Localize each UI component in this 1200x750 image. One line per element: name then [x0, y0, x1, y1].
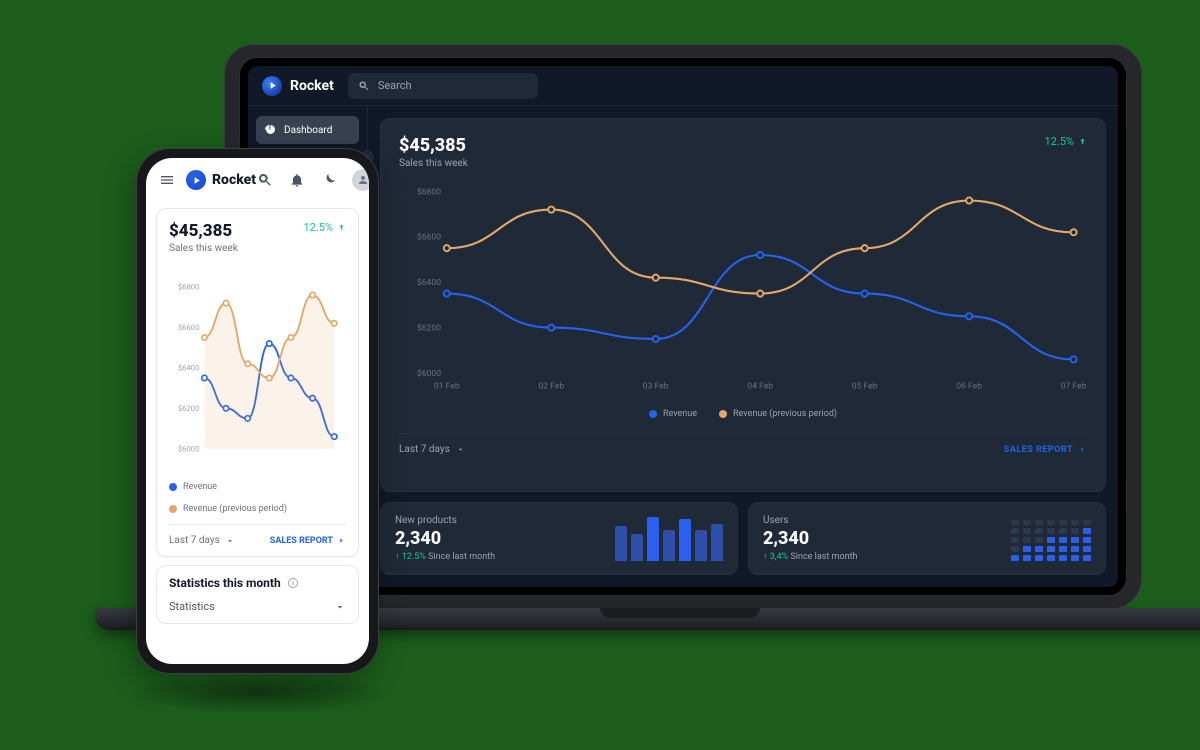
legend-b: Revenue (previous period) [733, 409, 837, 419]
kpi-subtitle: ↑ 3,4% Since last month [763, 551, 857, 562]
brand-name: Rocket [212, 172, 256, 188]
chart-legend: Revenue Revenue (previous period) [399, 409, 1087, 419]
sidebar-item-label: Dashboard [284, 125, 332, 136]
kpi-sparkline [615, 517, 723, 561]
kpi-subtitle: ↑ 12.5% Since last month [395, 551, 495, 562]
svg-text:$6400: $6400 [178, 363, 199, 372]
titlebar: Rocket Search [248, 66, 1118, 106]
chart-legend: Revenue Revenue (previous period) [169, 482, 346, 514]
kpi-value: 2,340 [763, 528, 857, 549]
legend-b: Revenue (previous period) [183, 504, 287, 514]
sales-delta: 12.5% [303, 221, 346, 234]
kpi-card-users: Users 2,340 ↑ 3,4% Since last month [748, 502, 1106, 575]
search-icon [257, 172, 273, 188]
chevron-right-icon [1078, 445, 1087, 454]
kpi-title: New products [395, 515, 495, 526]
pie-chart-icon [264, 124, 276, 136]
svg-text:05 Feb: 05 Feb [852, 381, 878, 391]
user-icon [357, 174, 369, 186]
stats-title: Statistics this month [169, 576, 346, 590]
svg-text:$6600: $6600 [417, 232, 441, 243]
chevron-right-icon [337, 536, 346, 545]
chevron-down-icon [334, 601, 346, 613]
svg-text:07 Feb: 07 Feb [1061, 381, 1087, 391]
legend-a: Revenue [663, 409, 697, 419]
sidebar-item-dashboard[interactable]: Dashboard [256, 116, 359, 144]
mobile-stats-card: Statistics this month Statistics [156, 565, 359, 624]
kpi-sparkline [1011, 517, 1091, 561]
sales-chart-card: $45,385 Sales this week 12.5% $6000 $6200… [380, 118, 1106, 492]
chevron-down-icon [225, 536, 235, 546]
search-input[interactable]: Search [348, 73, 538, 99]
sales-report-link[interactable]: SALES REPORT [1004, 445, 1087, 455]
theme-toggle-button[interactable] [320, 171, 338, 189]
svg-text:$6600: $6600 [178, 323, 199, 332]
brand-name: Rocket [290, 78, 334, 94]
svg-text:06 Feb: 06 Feb [956, 381, 982, 391]
sales-subtitle: Sales this week [399, 158, 468, 169]
svg-text:$6000: $6000 [178, 444, 199, 453]
sales-subtitle: Sales this week [169, 243, 238, 254]
rocket-logo-icon [262, 76, 282, 96]
range-selector[interactable]: Last 7 days [169, 535, 235, 546]
search-icon [358, 80, 370, 92]
svg-text:02 Feb: 02 Feb [538, 381, 564, 391]
moon-icon [321, 172, 337, 188]
svg-text:$6000: $6000 [417, 368, 441, 379]
svg-text:$6200: $6200 [178, 404, 199, 413]
sales-line-chart: $6000 $6200 $6400 $6600 $6800 01 Feb 02 Feb 03 … [399, 177, 1087, 397]
svg-text:$6800: $6800 [178, 282, 199, 291]
brand[interactable]: Rocket [186, 170, 256, 190]
sales-delta: 12.5% [1044, 135, 1087, 148]
svg-text:$6200: $6200 [417, 322, 441, 333]
search-placeholder: Search [378, 79, 412, 92]
sales-report-link[interactable]: SALES REPORT [270, 536, 346, 546]
phone-shadow [128, 672, 388, 714]
phone-frame: Rocket $45,385 Sales this week [136, 148, 379, 674]
kpi-card-products: New products 2,340 ↑ 12.5% Since last mo… [380, 502, 738, 575]
mobile-topbar: Rocket [146, 158, 369, 202]
bell-icon [289, 172, 305, 188]
info-icon [287, 577, 299, 589]
rocket-logo-icon [186, 170, 206, 190]
chevron-down-icon [456, 445, 465, 454]
svg-text:01 Feb: 01 Feb [434, 381, 460, 391]
kpi-value: 2,340 [395, 528, 495, 549]
svg-text:03 Feb: 03 Feb [643, 381, 669, 391]
kpi-title: Users [763, 515, 857, 526]
svg-text:04 Feb: 04 Feb [747, 381, 773, 391]
search-button[interactable] [256, 171, 274, 189]
notifications-button[interactable] [288, 171, 306, 189]
legend-a: Revenue [183, 482, 217, 492]
sales-amount: $45,385 [399, 135, 468, 156]
arrow-up-icon [337, 223, 346, 232]
stats-selector[interactable]: Statistics [169, 600, 346, 613]
avatar[interactable] [352, 169, 369, 191]
hamburger-icon [159, 172, 175, 188]
svg-text:$6800: $6800 [417, 186, 441, 197]
svg-text:$6400: $6400 [417, 277, 441, 288]
mobile-sales-card: $45,385 Sales this week 12.5% $6000 $6200… [156, 208, 359, 557]
sales-amount: $45,385 [169, 221, 238, 241]
mobile-app: Rocket $45,385 Sales this week [146, 158, 369, 664]
brand[interactable]: Rocket [262, 76, 334, 96]
range-selector[interactable]: Last 7 days [399, 444, 465, 455]
mobile-sales-chart: $6000 $6200 $6400 $6600 $6800 [169, 262, 346, 472]
arrow-up-icon [1078, 137, 1087, 146]
menu-button[interactable] [158, 171, 176, 189]
